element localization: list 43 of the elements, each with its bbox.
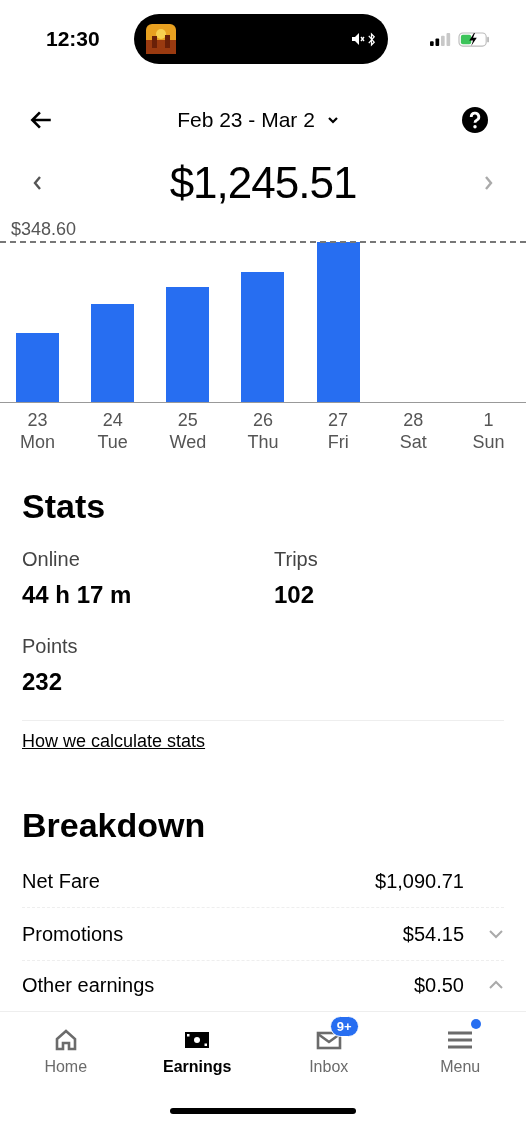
help-icon[interactable]: [462, 107, 488, 133]
stat-value: 232: [22, 668, 64, 696]
bar: [16, 333, 60, 402]
banknote-icon: [184, 1030, 211, 1050]
max-value-label: $348.60: [10, 218, 78, 240]
earning-amount: $54.15: [402, 922, 464, 946]
stat-value: 102: [274, 581, 316, 609]
stat-label: Trips: [274, 548, 319, 571]
stat-label: Points: [22, 635, 79, 658]
day-label: 1 Sun: [472, 409, 505, 453]
day-label: 26 Thu: [247, 409, 279, 453]
nav-tab[interactable]: Earnings: [131, 1012, 263, 1100]
nav-tab[interactable]: Menu: [394, 1012, 526, 1100]
day-label: 27 Fri: [327, 409, 349, 453]
day-label: 28 Sat: [399, 409, 427, 453]
day-label: 23 Mon: [20, 409, 56, 453]
week-total: $1,245.51: [169, 158, 357, 208]
date-range-selector[interactable]: Feb 23 - Mar 2: [177, 108, 339, 132]
envelope-icon: [315, 1030, 342, 1050]
bluetooth-icon: [367, 31, 376, 47]
day-label: 25 Wed: [169, 409, 207, 453]
previous-week-icon[interactable]: [32, 175, 42, 191]
section-title: Breakdown: [22, 806, 207, 845]
earning-amount: $1,090.71: [375, 869, 464, 893]
stats-info-link[interactable]: How we calculate stats: [22, 731, 206, 751]
earning-label: Net Fare: [22, 869, 101, 893]
chevron-down-icon: [326, 114, 339, 126]
battery-charging-icon: [458, 31, 490, 47]
stat-label: Online: [22, 548, 81, 571]
section-title: Stats: [22, 487, 107, 526]
menu-icon: [447, 1030, 474, 1050]
home-icon: [53, 1028, 78, 1052]
earning-amount: $0.50: [413, 973, 464, 997]
status-time: 12:30: [46, 27, 101, 51]
nav-tab[interactable]: Home: [0, 1012, 132, 1100]
earning-label: Promotions: [22, 922, 125, 946]
day-label: 24 Tue: [97, 409, 128, 453]
nav-tab[interactable]: 9+ Inbox: [263, 1012, 395, 1100]
muted-speaker-icon: [351, 32, 365, 46]
notification-badge: 9+: [329, 1016, 359, 1037]
stat-value: 44 h 17 m: [22, 581, 133, 609]
earning-label: Other earnings: [22, 973, 156, 997]
signal-icon: [430, 32, 452, 46]
